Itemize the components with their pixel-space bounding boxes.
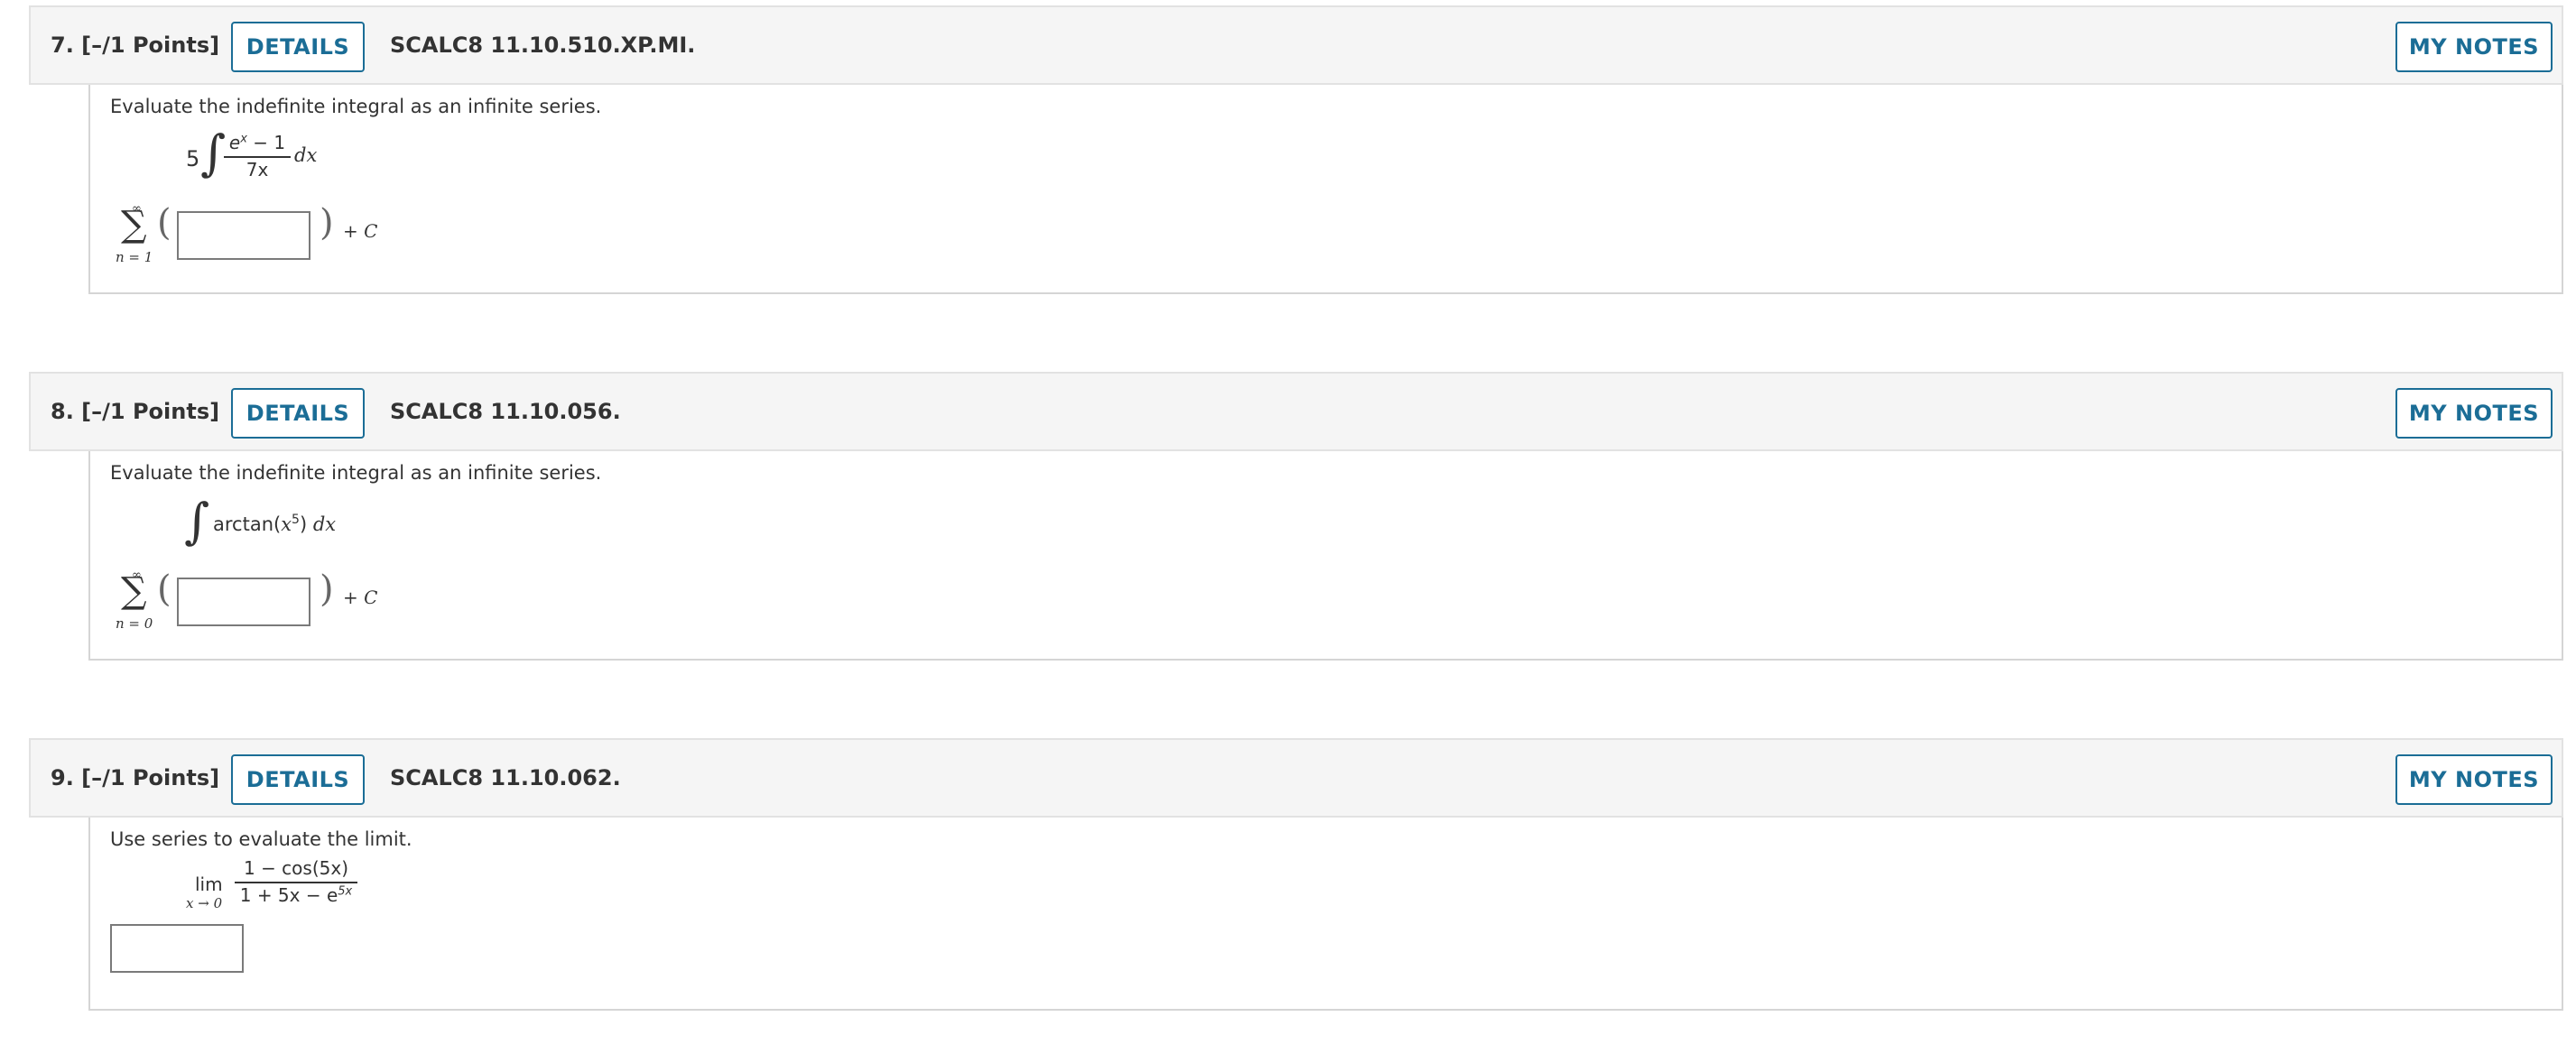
fraction-bar xyxy=(224,156,291,158)
fraction-bar xyxy=(235,882,357,883)
differential: dx xyxy=(294,144,318,166)
question-header: 9. [–/1 Points] DETAILS SCALC8 11.10.062… xyxy=(29,738,2563,818)
question-number-points: 7. [–/1 Points] xyxy=(51,32,220,58)
series-term-input[interactable] xyxy=(177,211,310,260)
fraction-denominator: 1 + 5x − e5x xyxy=(239,884,353,906)
details-button[interactable]: DETAILS xyxy=(231,22,365,72)
sigma-icon: ∑ xyxy=(121,204,147,245)
limit-operator: lim xyxy=(195,874,223,895)
question-body: Use series to evaluate the limit. lim x … xyxy=(88,818,2563,1011)
question-number-points: 8. [–/1 Points] xyxy=(51,399,220,424)
question-prompt: Evaluate the indefinite integral as an i… xyxy=(110,96,602,117)
details-button[interactable]: DETAILS xyxy=(231,388,365,439)
open-paren: ( xyxy=(157,202,171,244)
details-button[interactable]: DETAILS xyxy=(231,754,365,805)
question-body: Evaluate the indefinite integral as an i… xyxy=(88,85,2563,294)
integral-sign: ∫ xyxy=(200,125,227,181)
question-prompt: Evaluate the indefinite integral as an i… xyxy=(110,462,602,484)
fraction-numerator: 1 − cos(5x) xyxy=(243,857,348,879)
question-header: 7. [–/1 Points] DETAILS SCALC8 11.10.510… xyxy=(29,5,2563,85)
integral-sign: ∫ xyxy=(184,493,210,550)
my-notes-button[interactable]: MY NOTES xyxy=(2395,22,2553,72)
sigma-lower-limit: n = 0 xyxy=(116,615,153,632)
close-paren: ) xyxy=(320,202,334,244)
integrand: arctan(x5) dx xyxy=(213,513,337,535)
question-number-points: 9. [–/1 Points] xyxy=(51,765,220,790)
integral-coefficient: 5 xyxy=(186,146,200,171)
series-term-input[interactable] xyxy=(177,578,310,626)
question-prompt: Use series to evaluate the limit. xyxy=(110,828,412,850)
question-header: 8. [–/1 Points] DETAILS SCALC8 11.10.056… xyxy=(29,372,2563,451)
sigma-icon: ∑ xyxy=(121,570,147,612)
plus-constant: + C xyxy=(343,587,378,608)
plus-constant: + C xyxy=(343,220,378,242)
question-body: Evaluate the indefinite integral as an i… xyxy=(88,451,2563,661)
fraction-denominator: 7x xyxy=(246,159,269,180)
question-code: SCALC8 11.10.062. xyxy=(390,765,621,790)
sigma-lower-limit: n = 1 xyxy=(116,249,153,265)
question-code: SCALC8 11.10.510.XP.MI. xyxy=(390,32,696,58)
limit-answer-input[interactable] xyxy=(110,924,244,973)
my-notes-button[interactable]: MY NOTES xyxy=(2395,754,2553,805)
fraction-numerator: ex − 1 xyxy=(228,132,286,153)
limit-subscript: x → 0 xyxy=(186,895,223,911)
my-notes-button[interactable]: MY NOTES xyxy=(2395,388,2553,439)
open-paren: ( xyxy=(157,568,171,610)
close-paren: ) xyxy=(320,568,334,610)
question-code: SCALC8 11.10.056. xyxy=(390,399,621,424)
